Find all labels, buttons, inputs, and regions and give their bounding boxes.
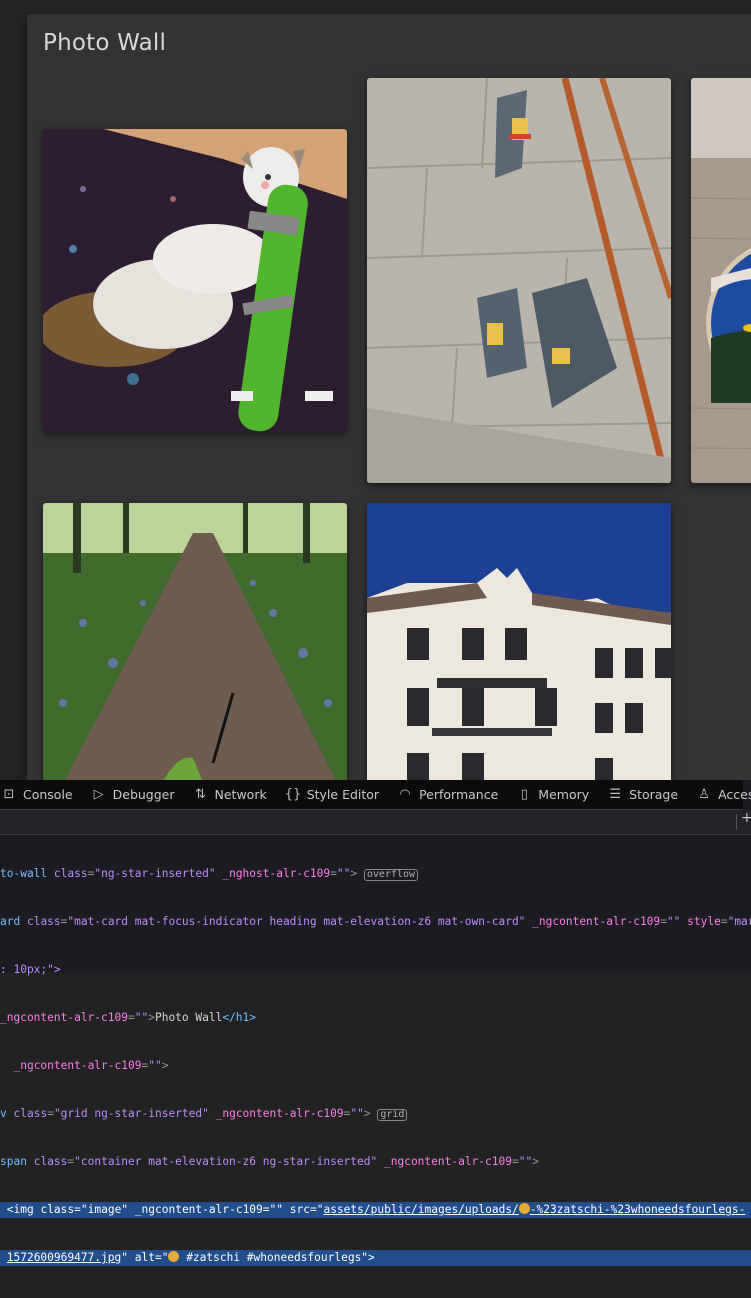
overflow-badge[interactable]: overflow <box>363 869 419 881</box>
page-viewport: Photo Wall <box>0 0 751 780</box>
image-src-link[interactable]: 1572600969477.jpg <box>7 1251 122 1264</box>
markup-line[interactable]: span class="container mat-elevation-z6 n… <box>0 1154 751 1170</box>
accessibility-icon: ♙ <box>698 787 710 802</box>
tab-network[interactable]: ⇅ Network <box>184 780 276 809</box>
cat-emoji-icon <box>168 1251 180 1262</box>
markup-line[interactable]: ard class="mat-card mat-focus-indicator … <box>0 914 751 930</box>
tab-debugger[interactable]: ▷ Debugger <box>82 780 184 809</box>
photo-coaster[interactable] <box>691 78 751 483</box>
photo-forest-path-image <box>43 503 347 780</box>
tab-memory[interactable]: ▯ Memory <box>507 780 598 809</box>
debugger-icon: ▷ <box>93 787 104 802</box>
tab-accessibility[interactable]: ♙ Accessibility <box>687 780 751 809</box>
devtools-toolbar: ⊡ Console ▷ Debugger ⇅ Network {} Style … <box>0 780 751 810</box>
rules-subbar: + <box>0 810 751 835</box>
photo-cat[interactable] <box>43 129 347 432</box>
page-title: Photo Wall <box>43 30 167 56</box>
style-editor-icon: {} <box>284 787 302 802</box>
add-rule-button[interactable]: + <box>741 810 751 826</box>
cat-emoji-icon <box>518 1203 530 1214</box>
photo-wall-stickers-image <box>367 78 671 483</box>
markup-view: to-wall class="ng-star-inserted" _nghost… <box>0 834 751 1298</box>
markup-line-selected[interactable]: <img class="image" _ngcontent-alr-c109="… <box>0 1202 751 1218</box>
storage-icon: ☰ <box>609 787 621 802</box>
tab-performance[interactable]: ◠ Performance <box>388 780 507 809</box>
memory-icon: ▯ <box>520 787 528 802</box>
photo-cat-image <box>43 129 347 432</box>
markup-line[interactable]: _ngcontent-alr-c109="">Photo Wall</h1> <box>0 1010 751 1026</box>
photo-building-image <box>367 503 671 780</box>
markup-line[interactable]: to-wall class="ng-star-inserted" _nghost… <box>0 866 751 882</box>
tab-style-editor[interactable]: {} Style Editor <box>276 780 388 809</box>
performance-icon: ◠ <box>399 787 411 802</box>
devtools-panel: ⊡ Console ▷ Debugger ⇅ Network {} Style … <box>0 780 751 1266</box>
markup-line-selected[interactable]: 1572600969477.jpg" alt=" #zatschi #whone… <box>0 1250 751 1266</box>
markup-line[interactable]: v class="grid ng-star-inserted" _ngconte… <box>0 1106 751 1122</box>
tab-storage[interactable]: ☰ Storage <box>598 780 687 809</box>
network-icon: ⇅ <box>195 787 206 802</box>
grid-badge[interactable]: grid <box>377 1109 408 1121</box>
tab-console[interactable]: ⊡ Console <box>0 780 82 809</box>
divider <box>736 814 737 830</box>
photo-wall-stickers[interactable] <box>367 78 671 483</box>
photo-forest-path[interactable] <box>43 503 347 780</box>
image-src-link[interactable]: assets/public/images/uploads/-%23zatschi… <box>323 1203 745 1216</box>
photo-building[interactable] <box>367 503 671 780</box>
markup-line[interactable]: : 10px;"> <box>0 962 751 978</box>
photo-coaster-image <box>691 78 751 483</box>
markup-line[interactable]: _ngcontent-alr-c109=""> <box>0 1058 751 1074</box>
console-icon: ⊡ <box>3 787 15 802</box>
